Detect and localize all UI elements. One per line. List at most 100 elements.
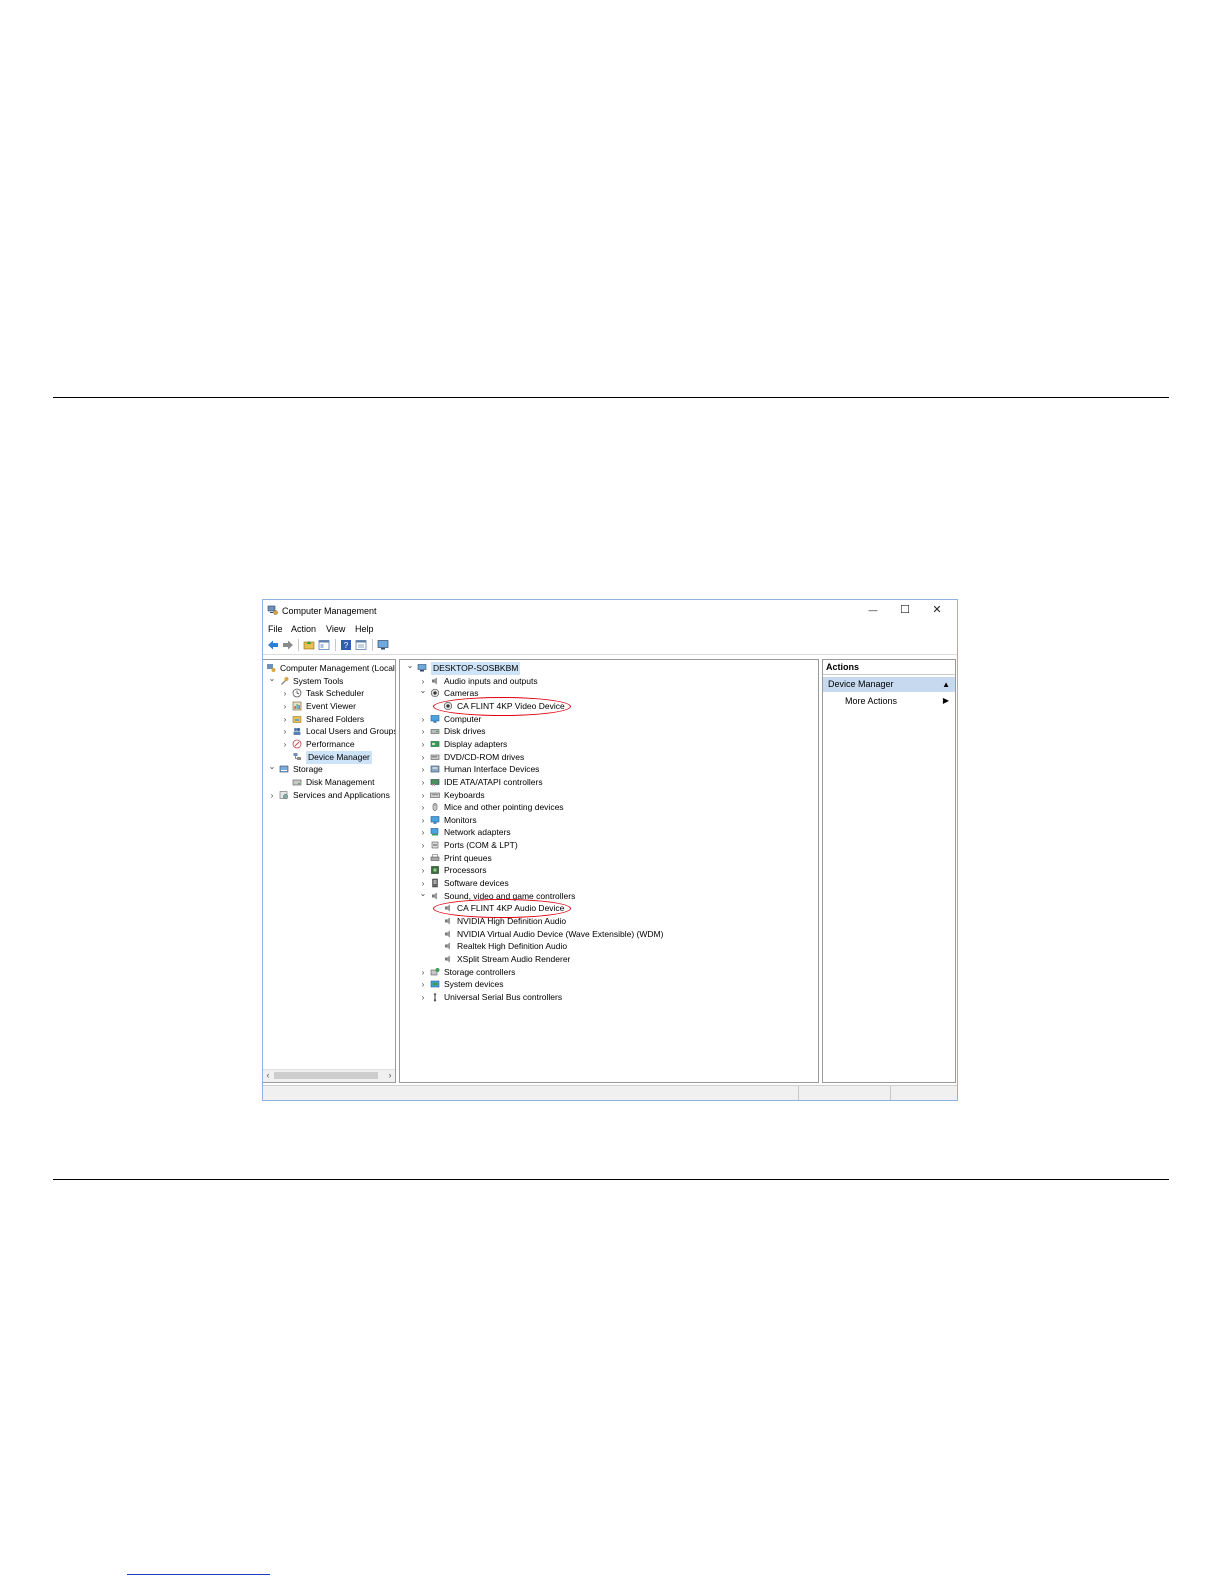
maximize-button[interactable]: ☐	[890, 602, 920, 618]
chevron-right-icon[interactable]: ›	[419, 978, 427, 991]
console-tree-item[interactable]: › Performance	[263, 738, 395, 751]
device-tree-item[interactable]: › Network adapters	[400, 826, 818, 839]
console-tree-item-label: Performance	[306, 738, 355, 749]
device-tree-item-label: System devices	[444, 979, 504, 990]
device-tree-item[interactable]: › Human Interface Devices	[400, 763, 818, 776]
chevron-right-icon[interactable]: ›	[268, 789, 276, 802]
forward-arrow-icon[interactable]	[282, 639, 294, 651]
console-tree-item[interactable]: › Shared Folders	[263, 713, 395, 726]
console-tree-item[interactable]: › Task Scheduler	[263, 687, 395, 700]
chevron-right-icon[interactable]: ›	[419, 852, 427, 865]
device-tree-item[interactable]: › Keyboards	[400, 789, 818, 802]
device-tree-item[interactable]: XSplit Stream Audio Renderer	[400, 953, 818, 966]
device-tree-item[interactable]: › Software devices	[400, 877, 818, 890]
help-icon[interactable]: ?	[340, 639, 352, 651]
title-bar[interactable]: Computer Management — ☐ ✕	[263, 600, 957, 621]
console-tree-item[interactable]: ⌄ System Tools	[263, 672, 395, 688]
chevron-right-icon[interactable]: ›	[419, 864, 427, 877]
device-tree-item-label: Ports (COM & LPT)	[444, 840, 518, 851]
chevron-down-icon[interactable]: ⌄	[419, 887, 427, 900]
device-tree-item[interactable]: › Print queues	[400, 852, 818, 865]
chevron-down-icon[interactable]: ⌄	[406, 660, 414, 672]
device-tree-item[interactable]: › Disk drives	[400, 725, 818, 738]
device-tree-item[interactable]: ⌄ DESKTOP-SOSBKBM	[400, 660, 818, 675]
chevron-right-icon[interactable]: ›	[419, 991, 427, 1004]
menu-help[interactable]: Help	[355, 624, 374, 634]
chevron-right-icon[interactable]: ›	[419, 826, 427, 839]
device-tree-item-label: Disk drives	[444, 726, 486, 737]
monitor-icon[interactable]	[377, 639, 389, 651]
chevron-right-icon[interactable]: ›	[281, 713, 289, 726]
toolbar-separator	[372, 639, 373, 651]
console-tree-item[interactable]: Disk Management	[263, 776, 395, 789]
properties-icon[interactable]	[355, 639, 367, 651]
device-tree-item[interactable]: › Ports (COM & LPT)	[400, 839, 818, 852]
chevron-right-icon[interactable]: ›	[419, 763, 427, 776]
chevron-right-icon[interactable]: ›	[419, 966, 427, 979]
console-tree-item[interactable]: ⌄ Storage	[263, 760, 395, 776]
menu-view[interactable]: View	[326, 624, 345, 634]
device-tree-item[interactable]: › Monitors	[400, 814, 818, 827]
console-tree-item[interactable]: Device Manager	[263, 750, 395, 764]
console-tree-item[interactable]: › Event Viewer	[263, 700, 395, 713]
device-tree-item[interactable]: NVIDIA Virtual Audio Device (Wave Extens…	[400, 928, 818, 941]
chevron-right-icon[interactable]: ›	[419, 839, 427, 852]
device-tree-item-label: Computer	[444, 713, 482, 724]
device-tree-item[interactable]: › Universal Serial Bus controllers	[400, 991, 818, 1004]
chevron-right-icon[interactable]: ›	[281, 738, 289, 751]
chevron-right-icon[interactable]: ›	[419, 814, 427, 827]
actions-section-device-manager[interactable]: Device Manager ▲	[823, 677, 955, 692]
console-tree-item[interactable]: › Local Users and Groups	[263, 725, 395, 738]
console-tree-pane: Computer Management (Local ⌄ System Tools ›…	[263, 659, 396, 1083]
horizontal-scrollbar[interactable]: ‹ ›	[263, 1069, 395, 1082]
chevron-right-icon[interactable]: ›	[419, 776, 427, 789]
chevron-right-icon[interactable]: ›	[419, 751, 427, 764]
device-tree-item[interactable]: › IDE ATA/ATAPI controllers	[400, 776, 818, 789]
chevron-right-icon[interactable]: ›	[281, 725, 289, 738]
scroll-left-arrow-icon[interactable]: ‹	[263, 1070, 273, 1080]
disk-drive-icon	[430, 729, 440, 735]
chevron-right-icon[interactable]: ›	[281, 700, 289, 713]
collapse-up-icon[interactable]: ▲	[942, 677, 950, 692]
device-tree-item[interactable]: CA FLINT 4KP Audio Device	[400, 899, 818, 919]
device-tree-item[interactable]: › Audio inputs and outputs	[400, 675, 818, 688]
device-tree-item[interactable]: CA FLINT 4KP Video Device	[400, 696, 818, 716]
menu-action[interactable]: Action	[291, 624, 316, 634]
toolbar: ?	[263, 636, 957, 655]
device-tree-item[interactable]: › System devices	[400, 978, 818, 991]
chevron-right-icon[interactable]: ›	[281, 687, 289, 700]
scroll-right-arrow-icon[interactable]: ›	[385, 1070, 395, 1080]
device-tree-item[interactable]: › Display adapters	[400, 738, 818, 751]
chevron-right-icon[interactable]: ›	[419, 738, 427, 751]
chevron-down-icon[interactable]: ⌄	[419, 684, 427, 697]
actions-header: Actions	[823, 660, 955, 675]
device-tree-item[interactable]: NVIDIA High Definition Audio	[400, 915, 818, 928]
back-arrow-icon[interactable]	[267, 639, 279, 651]
scrollbar-thumb[interactable]	[274, 1072, 378, 1079]
device-tree-item-label: Universal Serial Bus controllers	[444, 991, 563, 1002]
menu-file[interactable]: File	[268, 624, 283, 634]
more-actions-link[interactable]: More Actions	[845, 696, 897, 706]
show-hide-console-tree-icon[interactable]	[318, 639, 330, 651]
device-tree-item[interactable]: › Computer	[400, 713, 818, 726]
chevron-right-icon[interactable]: ›	[419, 725, 427, 738]
device-tree-item[interactable]: Realtek High Definition Audio	[400, 940, 818, 953]
close-button[interactable]: ✕	[922, 602, 952, 618]
minimize-button[interactable]: —	[858, 602, 888, 618]
chevron-down-icon[interactable]: ⌄	[268, 760, 276, 773]
chevron-down-icon[interactable]: ⌄	[268, 672, 276, 685]
toolbar-separator	[298, 639, 299, 651]
menu-bar: File Action View Help	[263, 621, 957, 636]
console-tree-item-label: Event Viewer	[306, 700, 356, 711]
device-tree-item[interactable]: › DVD/CD-ROM drives	[400, 751, 818, 764]
device-tree-item[interactable]: › Processors	[400, 864, 818, 877]
chevron-right-icon[interactable]: ›	[419, 789, 427, 802]
console-tree-item-label: Device Manager	[306, 750, 372, 764]
console-tree-item[interactable]: › Services and Applications	[263, 789, 395, 802]
chevron-right-icon[interactable]: ›	[419, 801, 427, 814]
up-folder-icon[interactable]	[303, 639, 315, 651]
device-tree-item[interactable]: › Mice and other pointing devices	[400, 801, 818, 814]
device-tree-item[interactable]: › Storage controllers	[400, 966, 818, 979]
console-tree-item[interactable]: Computer Management (Local	[263, 662, 395, 675]
chevron-right-icon[interactable]: ›	[419, 713, 427, 726]
